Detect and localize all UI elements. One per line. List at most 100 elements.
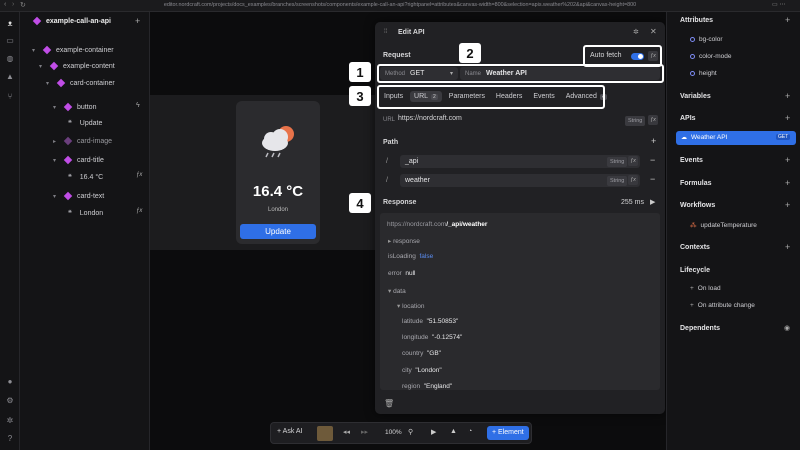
tree-item[interactable]: ▾ button bbox=[53, 100, 96, 114]
expand-icon[interactable]: ▾ bbox=[53, 193, 59, 200]
upload-icon[interactable]: ▲ bbox=[450, 428, 457, 435]
api-item-weather[interactable]: ☁ Weather API GET bbox=[676, 131, 796, 145]
logo-icon[interactable]: ᴥ bbox=[5, 18, 15, 28]
window-controls-icon[interactable]: ▭ ⋯ bbox=[772, 1, 785, 8]
expand-icon[interactable]: ▾ bbox=[53, 104, 59, 111]
remove-path-icon[interactable]: − bbox=[650, 155, 655, 165]
add-path-icon[interactable]: + bbox=[651, 136, 656, 146]
add-formula-icon[interactable]: + bbox=[785, 178, 790, 188]
tree-item[interactable]: ▸ card-image bbox=[53, 134, 112, 148]
eye-icon[interactable]: ◉ bbox=[784, 324, 790, 332]
callout-highlight-autofetch bbox=[583, 45, 662, 67]
tree-item[interactable]: ▾ example-container bbox=[32, 43, 114, 57]
tree-item-label: card-title bbox=[77, 156, 104, 164]
tree-item[interactable]: ▾ card-text bbox=[53, 189, 104, 203]
add-api-icon[interactable]: + bbox=[785, 113, 790, 123]
path-formula-button[interactable]: ƒx bbox=[628, 156, 638, 166]
remove-path-icon[interactable]: − bbox=[650, 174, 655, 184]
element-icon bbox=[49, 61, 59, 71]
location-node[interactable]: ▾ location bbox=[397, 302, 424, 310]
add-variable-icon[interactable]: + bbox=[785, 91, 790, 101]
attribute-label: color-mode bbox=[699, 53, 732, 60]
attribute-label: bg-color bbox=[699, 36, 723, 43]
info-icon[interactable]: ◔ bbox=[468, 428, 472, 435]
add-workflow-icon[interactable]: + bbox=[785, 200, 790, 210]
path-segment-field[interactable]: _api bbox=[400, 155, 640, 168]
text-node-icon: ❝ bbox=[68, 120, 72, 127]
key: longitude bbox=[402, 334, 429, 341]
workflow-item[interactable]: ⁂ updateTemperature bbox=[690, 221, 757, 229]
delete-api-icon[interactable]: 🗑 bbox=[384, 399, 394, 408]
expand-icon[interactable]: ▾ bbox=[39, 63, 45, 70]
settings-icon[interactable]: ⚙ bbox=[5, 395, 15, 405]
help-icon[interactable]: ? bbox=[5, 433, 15, 443]
add-event-icon[interactable]: + bbox=[785, 155, 790, 165]
tree-item-label: example-container bbox=[56, 46, 114, 54]
expand-icon[interactable]: ▸ bbox=[53, 138, 59, 145]
path-segment-value: _api bbox=[405, 158, 419, 165]
attribute-item[interactable]: bg-color bbox=[690, 36, 722, 43]
path-separator: / bbox=[386, 158, 388, 165]
style-icon[interactable]: ◍ bbox=[5, 53, 15, 63]
event-bolt-icon: ϟ bbox=[136, 102, 140, 109]
attribute-item[interactable]: height bbox=[690, 70, 717, 77]
expand-icon[interactable]: ▾ bbox=[46, 80, 52, 87]
callout-1: 1 bbox=[349, 62, 371, 82]
issues-icon[interactable]: ▲ bbox=[5, 71, 15, 81]
ask-ai-button[interactable]: + Ask AI bbox=[277, 428, 303, 435]
folder-icon[interactable]: ▭ bbox=[5, 35, 15, 45]
avatar[interactable] bbox=[317, 426, 333, 441]
bug-icon[interactable]: ✲ bbox=[5, 415, 15, 425]
tree-item[interactable]: ▾ card-title bbox=[53, 153, 104, 167]
on-load-item[interactable]: + On load bbox=[690, 285, 721, 292]
response-node[interactable]: ▸ response bbox=[388, 237, 420, 245]
expand-icon[interactable]: ▾ bbox=[32, 47, 38, 54]
tree-item[interactable]: ▾ card-container bbox=[46, 76, 115, 90]
element-icon bbox=[63, 136, 73, 146]
tree-item-label: Update bbox=[79, 119, 103, 127]
weather-card[interactable]: 16.4 °C London Update bbox=[236, 101, 320, 244]
zoom-search-icon[interactable]: ⚲ bbox=[408, 428, 413, 436]
workflows-heading: Workflows bbox=[680, 202, 716, 209]
on-attribute-change-item[interactable]: + On attribute change bbox=[690, 302, 755, 309]
path-segment-field[interactable]: weather bbox=[400, 174, 640, 187]
path-type-chip: String bbox=[607, 176, 628, 186]
response-url-base: https://nordcraft.com bbox=[387, 221, 447, 228]
data-node[interactable]: ▾ data bbox=[388, 287, 406, 295]
dependents-heading: Dependents bbox=[680, 325, 721, 332]
tree-item[interactable]: ❝ London bbox=[68, 206, 103, 220]
zoom-level[interactable]: 100% bbox=[385, 429, 402, 436]
drag-handle-icon[interactable]: ⁞⁞ bbox=[384, 29, 387, 35]
redo-icon[interactable]: ▸▸ bbox=[361, 428, 368, 436]
value: null bbox=[405, 270, 416, 277]
element-icon bbox=[63, 102, 73, 112]
undo-icon[interactable]: ◂◂ bbox=[343, 428, 350, 436]
expand-icon[interactable]: ▾ bbox=[53, 157, 59, 164]
add-attribute-icon[interactable]: + bbox=[785, 15, 790, 25]
path-formula-button[interactable]: ƒx bbox=[628, 175, 638, 185]
add-element-icon[interactable]: + bbox=[135, 16, 140, 26]
tree-item[interactable]: ▾ example-content bbox=[39, 59, 115, 73]
response-url: https://nordcraft.com/_api/weather bbox=[387, 221, 487, 228]
add-context-icon[interactable]: + bbox=[785, 242, 790, 252]
close-icon[interactable]: ✕ bbox=[650, 27, 657, 36]
address-bar[interactable]: editor.nordcraft.com/projects/docs_examp… bbox=[0, 2, 800, 8]
update-button[interactable]: Update bbox=[240, 224, 316, 239]
theme-icon[interactable]: ● bbox=[5, 376, 15, 386]
tree-item[interactable]: ❝ 16.4 °C bbox=[68, 170, 103, 184]
url-row[interactable]: URL https://nordcraft.com bbox=[380, 114, 660, 126]
add-element-button[interactable]: + Element bbox=[487, 426, 529, 440]
tree-item[interactable]: ❝ Update bbox=[68, 116, 102, 130]
play-icon[interactable]: ▶ bbox=[431, 428, 436, 436]
branch-icon[interactable]: ⑂ bbox=[5, 91, 15, 101]
callout-3: 3 bbox=[349, 86, 371, 106]
attribute-item[interactable]: color-mode bbox=[690, 53, 732, 60]
right-panel bbox=[666, 12, 800, 450]
debug-icon[interactable]: ✲ bbox=[633, 28, 639, 36]
run-request-icon[interactable]: ▶ bbox=[650, 198, 655, 206]
component-header[interactable]: example-call-an-api bbox=[32, 14, 111, 28]
tree-item-label: card-image bbox=[77, 137, 113, 145]
url-formula-button[interactable]: ƒx bbox=[648, 115, 658, 125]
country-row: country "GB" bbox=[402, 350, 441, 357]
path-heading: Path bbox=[383, 139, 399, 146]
